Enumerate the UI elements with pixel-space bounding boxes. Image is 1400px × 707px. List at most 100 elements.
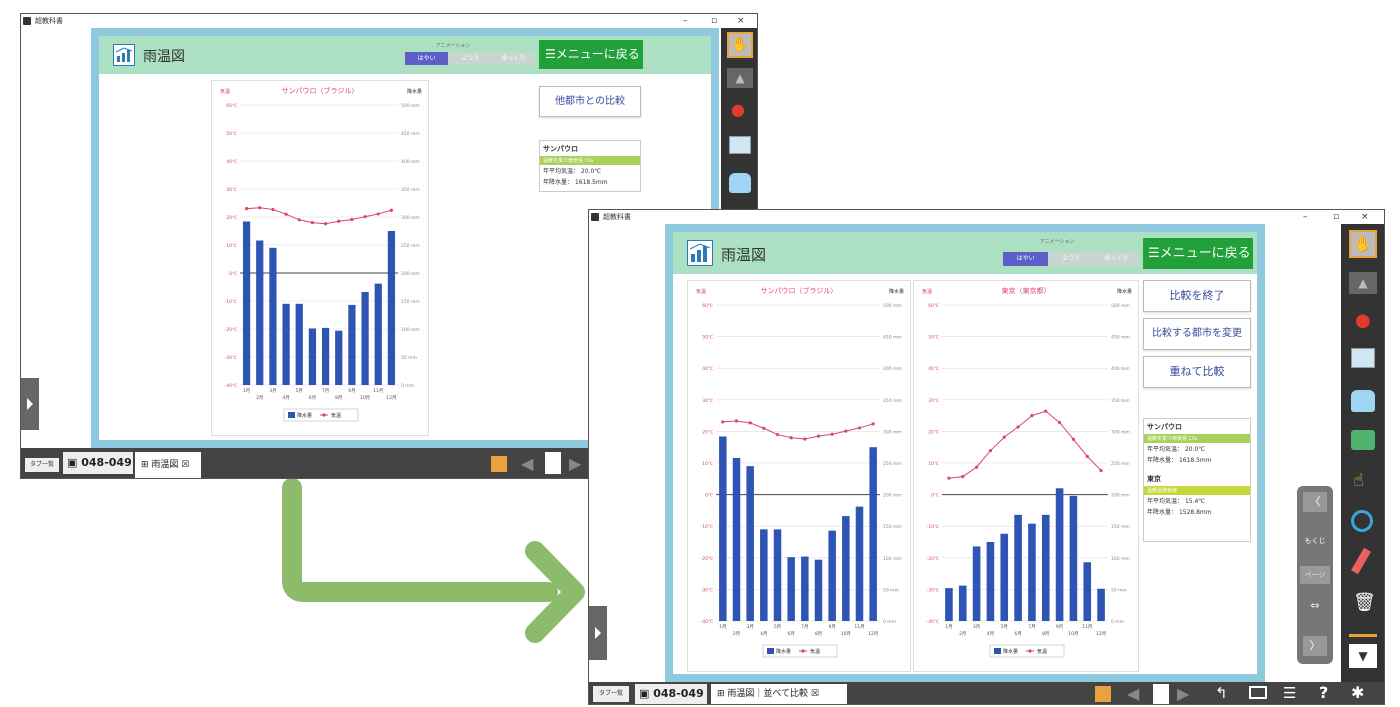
tab-list-button[interactable]: タブ一覧 — [593, 686, 629, 702]
precip-tick-label: 450 mm — [883, 335, 902, 341]
speed-selector: はやい ふつう ゆっくり — [405, 52, 535, 65]
precip-bar — [801, 556, 809, 621]
close-button[interactable]: × — [737, 14, 745, 28]
temp-tick-label: -20℃ — [927, 556, 939, 562]
prev-page-icon[interactable]: ◀ — [521, 454, 533, 473]
hand-tool-icon[interactable]: ✋ — [727, 32, 753, 58]
pointer-hand-icon[interactable]: ☝ — [1353, 470, 1364, 491]
bookmark-icon[interactable] — [545, 452, 561, 474]
temp-point — [363, 215, 367, 219]
precip-bar — [1055, 488, 1064, 621]
checklist-icon[interactable] — [729, 136, 751, 154]
compare-other-city-button[interactable]: 他都市との比較 — [539, 86, 641, 117]
nav-down-icon[interactable]: 〉 — [1303, 636, 1327, 656]
display-icon[interactable] — [1249, 686, 1267, 699]
speed-normal-button[interactable]: ふつう — [1048, 252, 1094, 266]
tab-pages[interactable]: ▣ 048-049 — [63, 452, 133, 474]
bookmark-icon[interactable] — [1153, 684, 1169, 704]
pin-tool-icon[interactable]: ● — [731, 100, 745, 119]
chart-title: サンパウロ（ブラジル） — [761, 286, 838, 295]
temp-point — [871, 422, 875, 426]
prev-page-icon[interactable]: ◀ — [1127, 684, 1139, 703]
close-button[interactable]: × — [1361, 210, 1369, 224]
page-title: 雨温図 — [721, 246, 767, 264]
month-label: 11月 — [854, 624, 864, 630]
temp-point — [857, 426, 862, 430]
stage: 雨温図 アニメーション はやい ふつう ゆっくり ☰メニューに戻る サンパウロ（… — [665, 224, 1265, 682]
menu-return-button[interactable]: ☰メニューに戻る — [539, 40, 643, 69]
side-open-button[interactable] — [589, 606, 607, 660]
list-icon[interactable]: ☰ — [1283, 684, 1296, 702]
precip-axis-label: 降水量 — [1117, 288, 1132, 295]
overlay-compare-button[interactable]: 重ねて比較 — [1143, 356, 1251, 388]
precip-bar — [972, 546, 981, 621]
page-button[interactable]: ページ — [1300, 566, 1330, 584]
nav-up-icon[interactable]: 〈 — [1303, 492, 1327, 512]
tab-current[interactable]: ⊞ 雨温図｜並べて比較 ☒ — [711, 684, 847, 704]
tab-current[interactable]: ⊞ 雨温図 ☒ — [135, 452, 201, 478]
month-label: 8月 — [1042, 631, 1049, 637]
speed-fast-button[interactable]: はやい — [405, 52, 449, 65]
precip-bar — [308, 328, 317, 385]
precip-tick-label: 0 mm — [883, 619, 896, 625]
tab-pages[interactable]: ▣ 048-049 — [635, 684, 707, 704]
precip-tick-label: 400 mm — [1111, 366, 1130, 372]
help-icon[interactable]: ? — [1319, 683, 1328, 702]
next-page-icon[interactable]: ▶ — [569, 454, 581, 473]
pen-icon[interactable] — [1351, 547, 1371, 575]
precip-tick-label: 350 mm — [883, 398, 902, 404]
temp-point — [947, 476, 951, 480]
maximize-button[interactable]: ▫ — [1333, 210, 1339, 224]
speed-fast-button[interactable]: はやい — [1003, 252, 1049, 266]
back-icon[interactable]: ↰ — [1215, 684, 1228, 702]
contents-button[interactable]: もくじ — [1300, 532, 1330, 550]
temp-tick-label: 40℃ — [702, 366, 713, 372]
minimize-button[interactable]: – — [683, 14, 688, 28]
month-label: 12月 — [1096, 631, 1106, 637]
scroll-up-icon[interactable]: ▲ — [727, 68, 753, 88]
temp-tick-label: 20℃ — [928, 429, 939, 435]
menu-return-button[interactable]: ☰メニューに戻る — [1143, 238, 1253, 269]
settings-gear-icon[interactable]: ✱ — [1351, 683, 1364, 702]
tab-list-button[interactable]: タブ一覧 — [25, 458, 59, 472]
trash-icon[interactable]: 🗑 — [1353, 592, 1376, 613]
checklist-icon[interactable] — [1351, 348, 1375, 368]
side-open-button[interactable] — [21, 378, 39, 430]
precip-tick-label: 100 mm — [401, 327, 420, 333]
precip-tick-label: 450 mm — [401, 131, 420, 137]
notes-icon[interactable] — [1095, 686, 1111, 702]
scroll-up-icon[interactable]: ▲ — [1349, 272, 1377, 294]
tab-current-label: 雨温図｜並べて比較 — [727, 689, 809, 699]
month-label: 2月 — [256, 395, 263, 401]
shapes-icon[interactable] — [729, 173, 751, 193]
speed-slow-button[interactable]: ゆっくり — [491, 52, 535, 65]
precip-bar — [760, 529, 768, 621]
month-label: 10月 — [841, 631, 851, 637]
month-label: 7月 — [322, 388, 329, 394]
sticky-note-icon[interactable] — [1351, 430, 1375, 450]
scroll-down-icon[interactable]: ▼ — [1349, 644, 1377, 668]
page-nav-panel: 〈 もくじ ページ ⇔ 〉 — [1297, 486, 1333, 664]
shapes-icon[interactable] — [1351, 390, 1375, 412]
precip-bar — [361, 292, 369, 385]
temp-point — [816, 434, 821, 438]
speed-slow-button[interactable]: ゆっくり — [1093, 252, 1139, 266]
temp-axis-label: 気温 — [220, 88, 230, 95]
month-label: 9月 — [1056, 624, 1063, 630]
legend-temp-marker — [1028, 649, 1032, 653]
speed-normal-button[interactable]: ふつう — [448, 52, 492, 65]
precip-bar — [746, 466, 754, 621]
minimize-button[interactable]: – — [1303, 210, 1308, 224]
climograph-sao-paulo: サンパウロ（ブラジル）気温 降水量60℃ 500 mm50℃ 450 mm40℃ 400… — [696, 286, 904, 658]
temp-point — [376, 212, 380, 216]
change-city-button[interactable]: 比較する都市を変更 — [1143, 318, 1251, 350]
magnifier-icon[interactable] — [1351, 510, 1373, 532]
spread-view-icon[interactable]: ⇔ — [1303, 594, 1327, 618]
notes-icon[interactable] — [491, 456, 507, 472]
maximize-button[interactable]: ▫ — [711, 14, 717, 28]
end-compare-button[interactable]: 比較を終了 — [1143, 280, 1251, 312]
next-page-icon[interactable]: ▶ — [1177, 684, 1189, 703]
pin-tool-icon[interactable]: ● — [1355, 310, 1371, 331]
precip-tick-label: 300 mm — [1111, 429, 1130, 435]
hand-tool-icon[interactable]: ✋ — [1349, 230, 1377, 258]
